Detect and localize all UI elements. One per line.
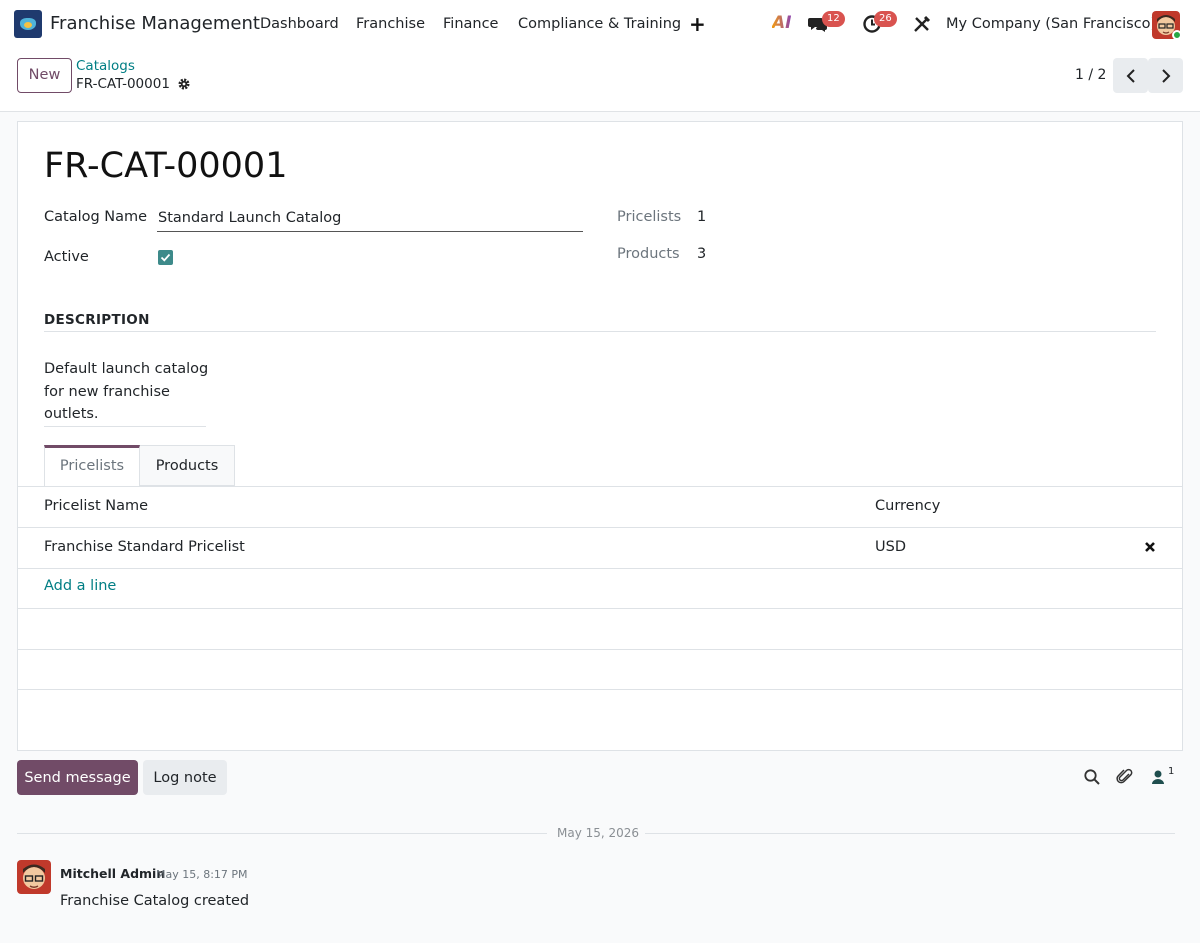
catalog-name-underline (157, 231, 583, 232)
message-body: Franchise Catalog created (60, 893, 250, 909)
ai-icon[interactable]: AI (772, 13, 791, 33)
new-button[interactable]: New (17, 58, 72, 93)
date-separator-line (645, 833, 1175, 834)
followers-icon[interactable] (1149, 768, 1167, 786)
avatar[interactable] (17, 860, 51, 894)
plus-icon[interactable]: + (689, 12, 706, 36)
pricelist-name-cell[interactable]: Franchise Standard Pricelist (44, 539, 245, 555)
gear-icon[interactable] (177, 77, 191, 91)
section-divider (44, 331, 1156, 332)
activities-badge: 26 (874, 11, 897, 27)
online-status-dot (1172, 30, 1182, 40)
pricelists-label: Pricelists (617, 209, 682, 225)
currency-cell[interactable]: USD (875, 539, 906, 555)
pager-value[interactable]: 1 / 2 (1075, 67, 1106, 83)
app-logo-icon[interactable] (14, 10, 42, 38)
empty-row (18, 608, 1182, 649)
control-panel: New Catalogs FR-CAT-00001 1 / 2 (0, 50, 1200, 112)
search-icon[interactable] (1083, 768, 1101, 786)
record-title: FR-CAT-00001 (44, 146, 288, 186)
empty-row (18, 689, 1182, 690)
menu-dashboard[interactable]: Dashboard (260, 16, 339, 32)
tab-pricelists[interactable]: Pricelists (44, 445, 140, 486)
pager-previous-button[interactable] (1113, 58, 1148, 93)
menu-franchise[interactable]: Franchise (356, 16, 425, 32)
description-underline (44, 426, 206, 427)
menu-compliance-training[interactable]: Compliance & Training (518, 16, 681, 32)
app-title[interactable]: Franchise Management (50, 13, 260, 34)
paperclip-icon[interactable] (1116, 768, 1134, 786)
active-label: Active (44, 249, 89, 265)
active-checkbox[interactable] (158, 250, 173, 265)
products-count: 3 (697, 246, 707, 262)
message-author[interactable]: Mitchell Admin (60, 866, 165, 881)
catalog-name-label: Catalog Name (44, 209, 148, 225)
messages-badge: 12 (822, 11, 845, 27)
add-line-link[interactable]: Add a line (44, 578, 116, 594)
checkmark-icon (160, 253, 171, 262)
description-field[interactable]: Default launch catalog for new franchise… (44, 358, 209, 426)
chevron-right-icon (1161, 68, 1170, 83)
log-note-button[interactable]: Log note (143, 760, 227, 795)
date-separator-line (17, 833, 547, 834)
products-label: Products (617, 246, 680, 262)
chevron-left-icon (1126, 68, 1135, 83)
add-line-row (18, 568, 1182, 609)
message-date: May 15, 8:17 PM (156, 868, 248, 881)
company-switcher[interactable]: My Company (San Francisco) (946, 16, 1156, 32)
breadcrumb-current: FR-CAT-00001 (76, 76, 170, 92)
empty-row (18, 649, 1182, 690)
pager-next-button[interactable] (1148, 58, 1183, 93)
table-row[interactable]: Franchise Standard Pricelist USD (18, 527, 1182, 568)
date-separator: May 15, 2026 (557, 826, 640, 840)
table-header: Pricelist Name Currency (18, 486, 1182, 527)
column-header-currency[interactable]: Currency (875, 498, 940, 514)
breadcrumb-catalogs[interactable]: Catalogs (76, 58, 135, 74)
top-navbar: Franchise Management Dashboard Franchise… (0, 0, 1200, 50)
tab-products[interactable]: Products (140, 445, 235, 486)
followers-count: 1 (1168, 766, 1175, 777)
delete-row-icon[interactable] (1143, 540, 1157, 554)
column-header-pricelist-name[interactable]: Pricelist Name (44, 498, 148, 514)
send-message-button[interactable]: Send message (17, 760, 138, 795)
pricelists-count: 1 (697, 209, 707, 225)
debug-tools-icon[interactable] (912, 14, 932, 34)
menu-finance[interactable]: Finance (443, 16, 498, 32)
description-heading: DESCRIPTION (44, 312, 150, 328)
catalog-name-input[interactable]: Standard Launch Catalog (158, 210, 341, 226)
